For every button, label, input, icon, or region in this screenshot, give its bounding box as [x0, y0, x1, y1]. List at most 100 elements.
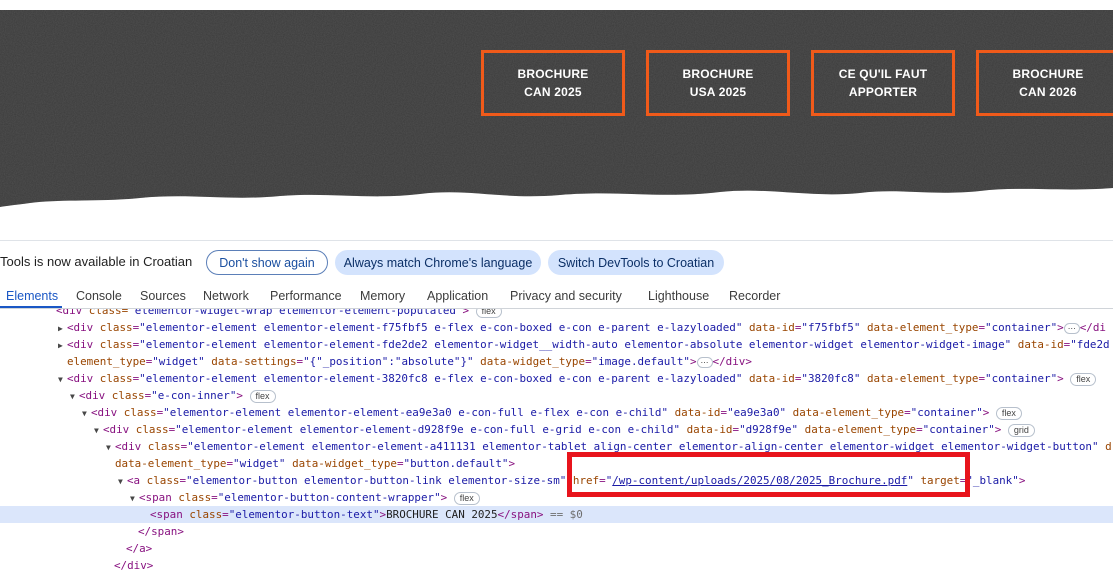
attr-value: "elementor-widget-wrap elementor-element…	[128, 309, 463, 317]
attr-name: data-id	[748, 372, 795, 385]
tag-close: </div>	[712, 355, 752, 368]
tab-console[interactable]: Console	[76, 289, 122, 303]
href-link[interactable]: /wp-content/uploads/2025/08/2025_Brochur…	[612, 474, 907, 487]
attr-value: "d928f9e"	[739, 423, 799, 436]
dom-node-row[interactable]: ▶ <div class="elementor-element elementor…	[0, 319, 1113, 336]
collapse-triangle-icon[interactable]: ▼	[70, 388, 79, 405]
dom-node-row[interactable]: element_type="widget" data-settings="{"_…	[0, 353, 1113, 370]
tab-recorder[interactable]: Recorder	[729, 289, 780, 303]
flex-badge[interactable]: flex	[995, 406, 1022, 420]
dom-node-row[interactable]: </div>	[0, 557, 1113, 574]
expand-triangle-icon[interactable]: ▶	[58, 337, 67, 354]
attr-value: "elementor-button-text"	[228, 508, 380, 521]
attr-value: "elementor-element elementor-element-382…	[139, 372, 743, 385]
brochure-can-2025-button[interactable]: BROCHURE CAN 2025	[481, 50, 625, 116]
dom-node-row[interactable]: </span>	[0, 523, 1113, 540]
attr-value: "ea9e3a0"	[727, 406, 787, 419]
flex-badge[interactable]: flex	[1070, 372, 1097, 386]
tab-network[interactable]: Network	[203, 289, 249, 303]
ellipsis-icon[interactable]: ⋯	[696, 356, 713, 368]
attr-value: "f75fbf5"	[801, 321, 861, 334]
tab-performance[interactable]: Performance	[270, 289, 342, 303]
selected-dom-node-row[interactable]: <span class="elementor-button-text">BROC…	[0, 506, 1113, 523]
attr-name: data-widget_type	[292, 457, 397, 470]
dom-node-row[interactable]: ▼ <span class="elementor-button-content-w…	[0, 489, 1113, 506]
tab-elements[interactable]: Elements	[6, 289, 58, 303]
dom-node-row[interactable]: ▼ <div class="elementor-element elementor…	[0, 421, 1113, 438]
brochure-can-2026-button[interactable]: BROCHURE CAN 2026	[976, 50, 1113, 116]
attr-value: "{"_position":"absolute"}"	[303, 355, 474, 368]
dom-node-row[interactable]: ▼ <div class="elementor-element elementor…	[0, 438, 1113, 455]
attr-value: "fde2d	[1070, 338, 1110, 351]
dom-node-row[interactable]: ▼ <a class="elementor-button elementor-bu…	[0, 472, 1113, 489]
collapse-triangle-icon[interactable]: ▼	[118, 473, 127, 490]
brochure-usa-2025-button[interactable]: BROCHURE USA 2025	[646, 50, 790, 116]
tag-close: >	[462, 309, 470, 317]
attr-value: "container"	[985, 372, 1058, 385]
attr-value: "3820fc8"	[801, 372, 861, 385]
tab-privacy[interactable]: Privacy and security	[510, 289, 622, 303]
attr-name: data-element_type	[792, 406, 905, 419]
always-match-language-button[interactable]: Always match Chrome's language	[335, 250, 541, 275]
attr-name: class	[135, 423, 169, 436]
attr-name: target	[920, 474, 960, 487]
dom-node-row[interactable]: ▼ <div class="e-con-inner"> flex	[0, 387, 1113, 404]
collapse-triangle-icon[interactable]: ▼	[94, 422, 103, 439]
attr-name: data-id	[748, 321, 795, 334]
dont-show-again-button[interactable]: Don't show again	[206, 250, 328, 275]
tab-lighthouse[interactable]: Lighthouse	[648, 289, 709, 303]
dom-node-row[interactable]: ▼ <div class="elementor-element elementor…	[0, 370, 1113, 387]
tab-memory[interactable]: Memory	[360, 289, 405, 303]
ellipsis-icon[interactable]: ⋯	[1063, 322, 1080, 334]
tab-application[interactable]: Application	[427, 289, 488, 303]
active-tab-indicator	[0, 306, 62, 308]
dom-node-row[interactable]: data-element_type="widget" data-widget_t…	[0, 455, 1113, 472]
attr-value: "elementor-button-content-wrapper"	[217, 491, 441, 504]
attr-name: data-element_type	[804, 423, 917, 436]
switch-devtools-language-button[interactable]: Switch DevTools to Croatian	[548, 250, 724, 275]
attr-name: data-element_type	[866, 321, 979, 334]
attr-value: "button.default"	[403, 457, 509, 470]
dom-node-row[interactable]: </a>	[0, 540, 1113, 557]
flex-badge[interactable]: flex	[249, 389, 276, 403]
collapse-triangle-icon[interactable]: ▼	[82, 405, 91, 422]
attr-value: "elementor-element elementor-element-d92…	[175, 423, 681, 436]
attr-name: class	[99, 372, 133, 385]
tab-sources[interactable]: Sources	[140, 289, 186, 303]
dom-node-row[interactable]: ▼ <div class="elementor-element elementor…	[0, 404, 1113, 421]
tag-close: </div>	[114, 559, 154, 572]
attr-name: class=	[88, 309, 129, 317]
attr-value: "elementor-button elementor-button-link …	[186, 474, 567, 487]
attr-name: d	[1098, 440, 1112, 453]
collapse-triangle-icon[interactable]: ▼	[106, 439, 115, 456]
attr-name: href	[572, 474, 600, 487]
elements-dom-tree: <div class="elementor-widget-wrap elemen…	[0, 309, 1113, 577]
expand-triangle-icon[interactable]: ▶	[58, 320, 67, 337]
attr-value: "widget"	[152, 355, 205, 368]
dom-node-row[interactable]: ▶ <div class="elementor-element elementor…	[0, 336, 1113, 353]
tag-open: <div	[56, 309, 89, 317]
attr-value: "container"	[922, 423, 995, 436]
tag-close: </span>	[138, 525, 184, 538]
attr-name: data-id	[674, 406, 721, 419]
collapse-triangle-icon[interactable]: ▼	[58, 371, 67, 388]
tag-close: </di	[1079, 321, 1106, 334]
collapse-triangle-icon[interactable]: ▼	[130, 490, 139, 507]
attr-value: "elementor-element elementor-element-ea9…	[163, 406, 669, 419]
node-text: BROCHURE CAN 2025	[386, 508, 498, 521]
infobar-message: Tools is now available in Croatian	[0, 254, 193, 269]
flex-badge[interactable]: flex	[453, 491, 480, 505]
grid-badge[interactable]: grid	[1007, 423, 1035, 437]
what-to-bring-button[interactable]: CE QU'IL FAUT APPORTER	[811, 50, 955, 116]
attr-name: class	[99, 338, 133, 351]
attr-name: class	[99, 321, 133, 334]
attr-name: data-element_type	[866, 372, 979, 385]
attr-name: data-element_type	[115, 457, 227, 470]
dom-node-row[interactable]: <div class="elementor-widget-wrap elemen…	[0, 309, 1113, 319]
flex-badge[interactable]: flex	[475, 309, 502, 318]
attr-name: class	[123, 406, 157, 419]
attr-value: "container"	[910, 406, 983, 419]
selected-marker: == $0	[543, 508, 583, 521]
attr-value: "elementor-element elementor-element-a41…	[187, 440, 1099, 453]
attr-value: "container"	[985, 321, 1058, 334]
